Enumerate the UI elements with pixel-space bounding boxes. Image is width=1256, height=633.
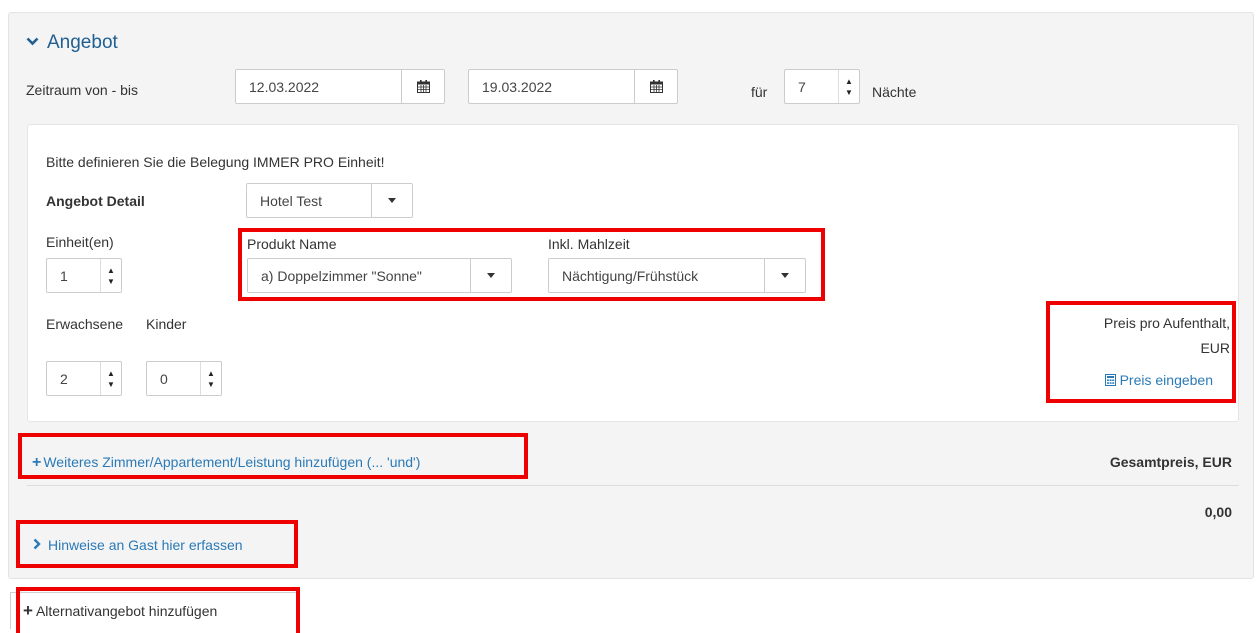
offer-detail-label: Angebot Detail — [46, 193, 145, 209]
children-value: 0 — [160, 370, 168, 387]
date-from-value: 12.03.2022 — [249, 78, 320, 95]
stepper-arrows[interactable]: ▲ ▼ — [838, 70, 859, 103]
nights-label: Nächte — [872, 84, 917, 100]
units-stepper[interactable]: 1 ▲ ▼ — [46, 258, 122, 293]
nights-stepper[interactable]: 7 ▲ ▼ — [784, 69, 860, 104]
section-title: Angebot — [47, 32, 118, 53]
highlight-product — [238, 228, 825, 301]
highlight-alternative — [16, 587, 300, 633]
date-to-input[interactable]: 19.03.2022 — [468, 69, 678, 104]
total-value: 0,00 — [1204, 504, 1232, 520]
children-stepper[interactable]: 0 ▲ ▼ — [146, 361, 222, 396]
highlight-notes — [16, 520, 298, 568]
chevron-down-icon — [26, 33, 39, 50]
total-label: Gesamtpreis, EUR — [1109, 454, 1232, 470]
units-label: Einheit(en) — [46, 234, 114, 250]
adults-label: Erwachsene — [46, 316, 124, 332]
stepper-arrows[interactable]: ▲ ▼ — [100, 362, 121, 395]
stepper-arrows[interactable]: ▲ ▼ — [200, 362, 221, 395]
hotel-value: Hotel Test — [260, 192, 322, 209]
highlight-price — [1046, 301, 1236, 403]
children-label: Kinder — [146, 316, 187, 332]
calendar-icon[interactable] — [634, 70, 677, 103]
period-label: Zeitraum von - bis — [26, 82, 139, 98]
occupancy-note: Bitte definieren Sie die Belegung IMMER … — [46, 154, 385, 170]
calendar-icon[interactable] — [401, 70, 444, 103]
date-from-input[interactable]: 12.03.2022 — [235, 69, 445, 104]
hotel-select[interactable]: Hotel Test — [246, 183, 413, 218]
highlight-add-room — [18, 433, 528, 479]
for-label: für — [751, 84, 768, 100]
section-toggle[interactable]: Angebot — [26, 32, 118, 54]
adults-stepper[interactable]: 2 ▲ ▼ — [46, 361, 122, 396]
nights-value: 7 — [798, 78, 806, 95]
units-value: 1 — [60, 267, 68, 284]
total-divider — [27, 485, 1239, 486]
stepper-arrows[interactable]: ▲ ▼ — [100, 259, 121, 292]
adults-value: 2 — [60, 370, 68, 387]
chevron-down-icon — [371, 184, 412, 217]
date-to-value: 19.03.2022 — [482, 78, 553, 95]
